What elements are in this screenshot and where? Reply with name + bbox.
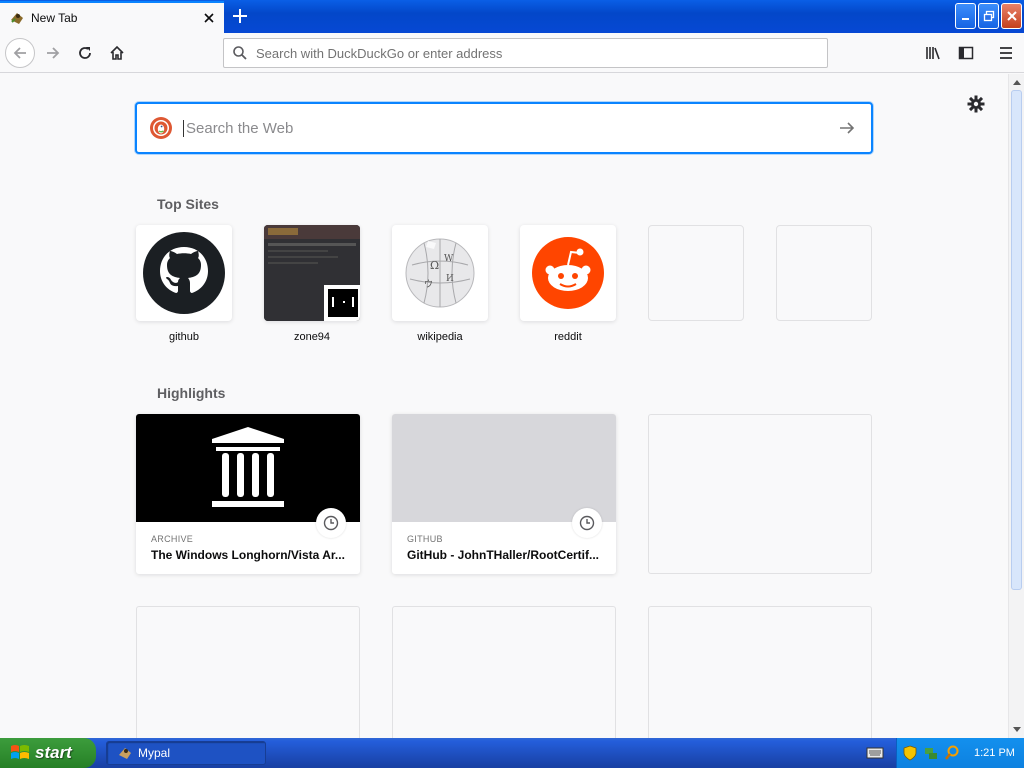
top-site-empty xyxy=(648,225,744,321)
network-icon[interactable] xyxy=(923,745,939,761)
tab-new-tab[interactable]: New Tab xyxy=(0,1,224,33)
card-source: ARCHIVE xyxy=(151,534,194,544)
close-window-button[interactable] xyxy=(1001,3,1022,29)
reddit-icon xyxy=(532,237,604,309)
close-tab-icon[interactable] xyxy=(202,11,216,25)
chevron-up-icon xyxy=(1012,80,1021,85)
card-thumbnail xyxy=(392,414,616,522)
library-button[interactable] xyxy=(920,39,948,67)
back-button[interactable] xyxy=(5,38,35,68)
sidebar-icon xyxy=(958,46,974,60)
hamburger-icon xyxy=(1000,47,1012,59)
svg-text:W: W xyxy=(444,254,454,264)
arrow-left-icon xyxy=(13,47,26,59)
new-tab-button[interactable] xyxy=(228,5,252,27)
search-icon xyxy=(233,46,247,60)
address-bar[interactable] xyxy=(223,38,828,68)
svg-text:Ω: Ω xyxy=(430,259,439,272)
top-site-wikipedia[interactable]: Ω W И ウ xyxy=(392,225,488,321)
highlights-heading: Highlights xyxy=(157,385,226,401)
mypal-icon xyxy=(11,13,23,24)
vertical-scrollbar[interactable] xyxy=(1008,74,1024,738)
address-input[interactable] xyxy=(256,45,816,61)
magnifier-icon[interactable] xyxy=(944,745,960,761)
clock-icon xyxy=(572,508,602,538)
svg-text:ウ: ウ xyxy=(424,279,433,290)
restore-icon xyxy=(983,10,994,22)
gear-icon[interactable] xyxy=(966,94,986,114)
close-icon xyxy=(1006,11,1017,21)
library-icon xyxy=(926,47,940,60)
highlight-card-empty xyxy=(648,606,872,738)
keyboard-icon[interactable] xyxy=(866,746,884,760)
top-site-label: github xyxy=(169,331,199,343)
forward-button[interactable] xyxy=(39,39,67,67)
scroll-down-button[interactable] xyxy=(1009,722,1024,738)
chevron-down-icon xyxy=(1012,727,1021,732)
duckduckgo-icon xyxy=(150,117,172,139)
card-thumbnail xyxy=(136,414,360,522)
sidebar-button[interactable] xyxy=(952,39,980,67)
taskbar-clock: 1:21 PM xyxy=(974,747,1015,759)
start-button[interactable]: start xyxy=(0,738,96,768)
highlight-card-empty xyxy=(136,606,360,738)
top-site-github[interactable] xyxy=(136,225,232,321)
top-site-label: wikipedia xyxy=(417,331,463,343)
start-label: start xyxy=(35,743,72,762)
tab-title: New Tab xyxy=(31,11,78,25)
taskbar: start Mypal 1:21 PM xyxy=(0,738,1024,768)
highlight-card-empty xyxy=(648,414,872,574)
arrow-right-icon[interactable] xyxy=(837,118,857,138)
top-site-label: zone94 xyxy=(293,331,331,343)
github-icon xyxy=(143,232,225,314)
reload-icon xyxy=(79,47,91,59)
scroll-up-button[interactable] xyxy=(1009,74,1024,90)
taskbar-item-mypal[interactable]: Mypal xyxy=(106,741,266,765)
scroll-thumb[interactable] xyxy=(1011,90,1022,590)
shield-icon[interactable] xyxy=(902,745,918,761)
zone94-screenshot xyxy=(264,225,360,321)
card-title: GitHub - JohnTHaller/RootCertif... xyxy=(407,548,599,562)
card-source: GITHUB xyxy=(407,534,443,544)
restore-button[interactable] xyxy=(978,3,999,29)
menu-button[interactable] xyxy=(992,39,1020,67)
web-search-box[interactable] xyxy=(135,102,873,154)
windows-logo-icon xyxy=(11,745,29,759)
top-site-reddit[interactable] xyxy=(520,225,616,321)
highlight-card-archive[interactable]: ARCHIVE The Windows Longhorn/Vista Ar... xyxy=(136,414,360,574)
top-site-label: reddit xyxy=(554,331,582,343)
new-tab-page: Top Sites github zone94 Ω xyxy=(0,74,1008,738)
archive-building-icon xyxy=(212,427,284,507)
top-sites-heading: Top Sites xyxy=(157,196,219,212)
nav-toolbar xyxy=(0,33,1024,73)
minimize-button[interactable] xyxy=(955,3,976,29)
top-site-empty xyxy=(776,225,872,321)
mypal-icon xyxy=(119,748,131,759)
reload-button[interactable] xyxy=(71,39,99,67)
system-tray: 1:21 PM xyxy=(896,738,1024,768)
highlight-card-github[interactable]: GITHUB GitHub - JohnTHaller/RootCertif..… xyxy=(392,414,616,574)
highlight-card-empty xyxy=(392,606,616,738)
wikipedia-globe-icon: Ω W И ウ xyxy=(405,238,475,308)
card-title: The Windows Longhorn/Vista Ar... xyxy=(151,548,345,562)
web-search-input[interactable] xyxy=(183,119,837,137)
plus-icon xyxy=(233,9,247,23)
home-button[interactable] xyxy=(103,39,131,67)
home-icon xyxy=(110,45,124,60)
arrow-right-icon xyxy=(47,47,60,59)
taskbar-item-label: Mypal xyxy=(138,746,171,760)
title-bar: New Tab xyxy=(0,0,1024,33)
svg-text:И: И xyxy=(446,274,454,284)
minimize-icon xyxy=(961,18,969,20)
top-site-zone94[interactable] xyxy=(264,225,360,321)
clock-icon xyxy=(316,508,346,538)
